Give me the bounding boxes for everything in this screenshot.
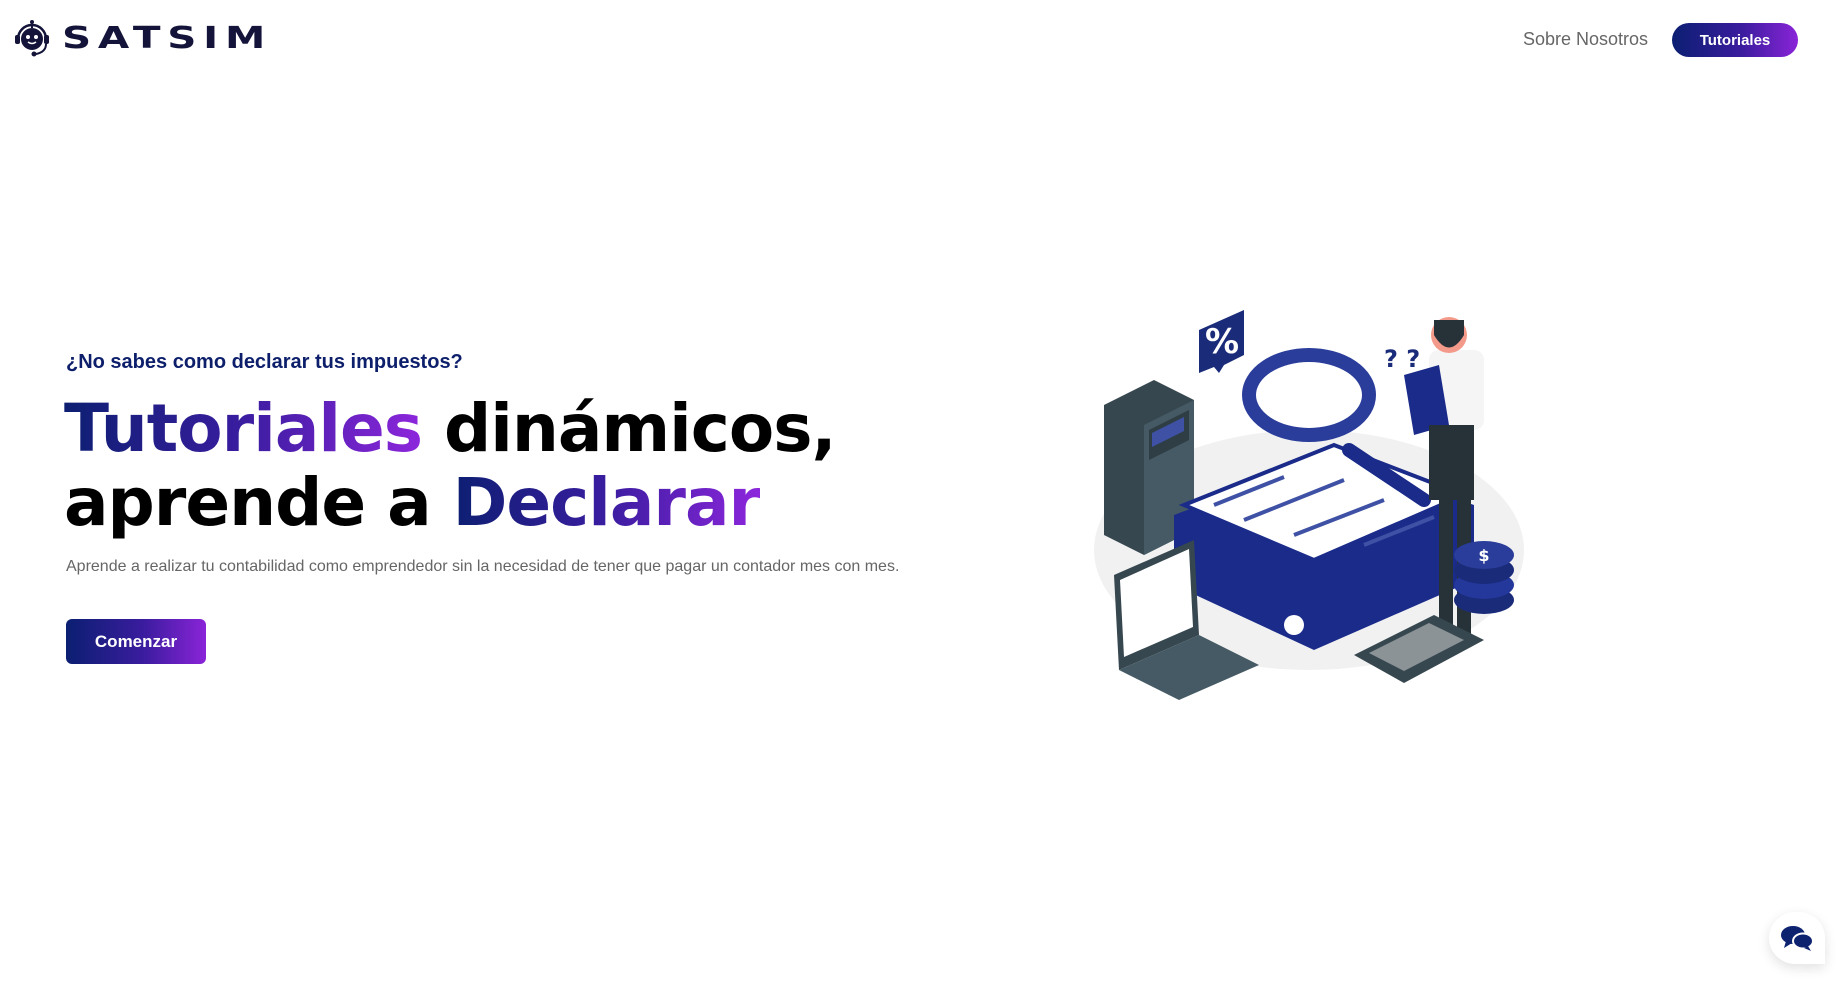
coin-stack-icon: $	[1454, 541, 1514, 614]
hero-description: Aprende a realizar tu contabilidad como …	[66, 558, 900, 575]
chat-bubbles-icon	[1781, 926, 1814, 951]
logo-text: SATSIM	[62, 20, 273, 56]
chat-widget-button[interactable]	[1769, 912, 1825, 964]
robot-logo-icon	[15, 20, 49, 57]
percent-symbol: %	[1205, 322, 1239, 362]
question-marks: ? ?	[1384, 345, 1420, 373]
hero-title: Tutoriales dinámicos, aprende a Declarar	[64, 390, 837, 541]
tax-illustration: % ? ? $	[1094, 310, 1524, 700]
percent-tag-icon: %	[1199, 310, 1244, 373]
title-rest-2: aprende a	[64, 464, 453, 541]
nav-about-link[interactable]: Sobre Nosotros	[1523, 29, 1648, 50]
title-highlight-declarar: Declarar	[452, 464, 761, 541]
hero-eyebrow: ¿No sabes como declarar tus impuestos?	[66, 351, 463, 373]
title-highlight-tutoriales: Tutoriales	[64, 390, 423, 467]
logo[interactable]: SATSIM	[12, 19, 265, 57]
coin-symbol: $	[1478, 546, 1489, 565]
start-button[interactable]: Comenzar	[66, 619, 206, 664]
title-rest-1: dinámicos,	[422, 390, 837, 467]
nav-tutorials-button[interactable]: Tutoriales	[1672, 23, 1798, 57]
